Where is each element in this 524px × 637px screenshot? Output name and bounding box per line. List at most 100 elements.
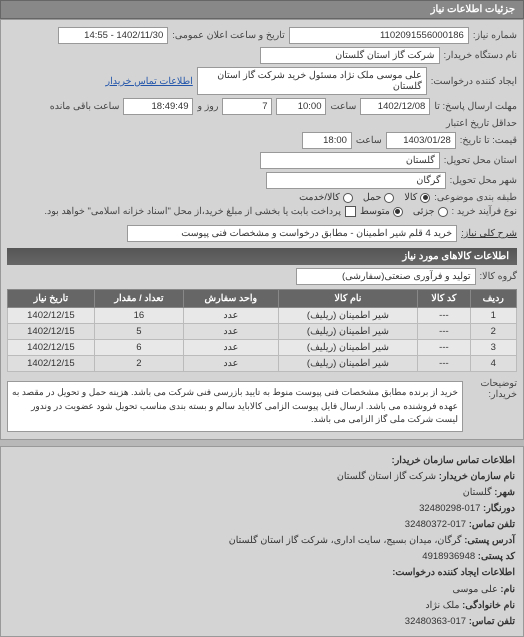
fname-val: علی موسی (453, 584, 498, 595)
org-val: شرکت گاز استان گلستان (337, 471, 436, 482)
pkg-radios: کالا حمل کالا/خدمت (299, 192, 430, 203)
province-label: استان محل تحویل: (444, 155, 517, 166)
buyer-contact-link[interactable]: اطلاعات تماس خریدار (106, 76, 193, 87)
ph2-val: 017-32480363 (405, 616, 466, 627)
cell-date: 1402/12/15 (8, 356, 95, 372)
city-label: شهر محل تحویل: (450, 175, 517, 186)
deadline-label: مهلت ارسال پاسخ: تا (434, 101, 517, 112)
ph2-label: تلفن تماس: (469, 616, 515, 627)
pkg-label: طبقه بندی موضوعی: (434, 192, 517, 203)
desc-label: شرح کلی نیاز: (461, 228, 517, 239)
process-opt-1[interactable]: متوسط (360, 206, 403, 217)
cell-qty: 5 (94, 324, 183, 340)
table-row: 2---شیر اطمینان (ریلیف)عدد51402/12/15 (8, 324, 517, 340)
cell-code: --- (418, 340, 470, 356)
col-date: تاریخ نیاز (8, 290, 95, 308)
req-no-label: شماره نیاز: (473, 30, 517, 41)
treasury-checkbox[interactable] (345, 206, 356, 217)
pkg-opt-1[interactable]: حمل (363, 192, 395, 203)
city-field: گرگان (266, 172, 446, 189)
cell-name: شیر اطمینان (ریلیف) (278, 356, 418, 372)
radio-icon (420, 193, 430, 203)
history-label: حداقل تاریخ اعتبار (446, 118, 517, 129)
process-radios: جزئی متوسط (360, 206, 448, 217)
panel-title: جزئیات اطلاعات نیاز (0, 0, 524, 19)
province-field: گلستان (260, 152, 440, 169)
radio-icon (384, 193, 394, 203)
cell-n: 2 (470, 324, 517, 340)
process-note: پرداخت بابت یا بخشی از مبلغ خرید،از محل … (44, 206, 341, 217)
lname-label: نام خانوادگی: (462, 600, 515, 611)
col-unit: واحد سفارش (184, 290, 279, 308)
pub-dt-label: تاریخ و ساعت اعلان عمومی: (172, 30, 285, 41)
fax-val: 017-32480298 (419, 503, 480, 514)
zip-label: کد پستی: (478, 551, 515, 562)
addr-val: گرگان، میدان بسیج، سایت اداری، شرکت گاز … (229, 535, 462, 546)
radio-icon (343, 193, 353, 203)
cell-date: 1402/12/15 (8, 308, 95, 324)
pub-dt-field: 1402/11/30 - 14:55 (58, 27, 168, 44)
fcity-label: شهر: (494, 487, 515, 498)
cell-qty: 6 (94, 340, 183, 356)
creator-label: ایجاد کننده درخواست: (431, 76, 517, 87)
fax-label: دورنگار: (483, 503, 515, 514)
addr-label: آدرس پستی: (464, 535, 515, 546)
remain-days: 7 (222, 98, 272, 115)
deadline-date: 1402/12/08 (360, 98, 430, 115)
process-label: نوع فرآیند خرید : (452, 206, 517, 217)
col-qty: تعداد / مقدار (94, 290, 183, 308)
group-field: تولید و فرآوری صنعتی(سفارشی) (296, 268, 476, 285)
notes-box: خرید از برنده مطابق مشخصات فنی پیوست منو… (7, 381, 463, 432)
notes-label: توضیحات خریدار: (467, 378, 517, 400)
cell-unit: عدد (184, 340, 279, 356)
price-time: 18:00 (302, 132, 352, 149)
group-label: گروه کالا: (480, 271, 517, 282)
cell-code: --- (418, 356, 470, 372)
remain-days-label: روز و (197, 101, 218, 112)
main-panel: شماره نیاز: 1102091556000186 تاریخ و ساع… (0, 19, 524, 440)
process-opt-0[interactable]: جزئی (413, 206, 448, 217)
footer-title: اطلاعات تماس سازمان خریدار: (392, 455, 515, 466)
pkg-opt-2[interactable]: کالا/خدمت (299, 192, 353, 203)
zip-val: 4918936948 (422, 551, 475, 562)
cell-unit: عدد (184, 356, 279, 372)
cell-code: --- (418, 308, 470, 324)
footer-panel: اطلاعات تماس سازمان خریدار: نام سازمان خ… (0, 446, 524, 637)
price-date: 1403/01/28 (386, 132, 456, 149)
cell-date: 1402/12/15 (8, 324, 95, 340)
goods-section-title: اطلاعات کالاهای مورد نیاز (7, 248, 517, 265)
cell-name: شیر اطمینان (ریلیف) (278, 324, 418, 340)
cell-n: 1 (470, 308, 517, 324)
cell-n: 3 (470, 340, 517, 356)
cell-date: 1402/12/15 (8, 340, 95, 356)
table-row: 1---شیر اطمینان (ریلیف)عدد161402/12/15 (8, 308, 517, 324)
price-label: قیمت: تا تاریخ: (460, 135, 517, 146)
fname-label: نام: (500, 584, 515, 595)
phone-label: تلفن تماس: (469, 519, 515, 530)
buyer-label: نام دستگاه خریدار: (444, 50, 518, 61)
radio-icon (438, 207, 448, 217)
cell-qty: 16 (94, 308, 183, 324)
creator-field: علی موسی ملک نژاد مسئول خرید شرکت گاز اس… (197, 67, 427, 95)
phone-val: 017-32480372 (405, 519, 466, 530)
creator-title: اطلاعات ایجاد کننده درخواست: (392, 567, 515, 578)
col-n: ردیف (470, 290, 517, 308)
cell-n: 4 (470, 356, 517, 372)
org-label: نام سازمان خریدار: (439, 471, 515, 482)
lname-val: ملک نژاد (425, 600, 459, 611)
pkg-opt-0[interactable]: کالا (404, 192, 430, 203)
cell-qty: 2 (94, 356, 183, 372)
time-label-2: ساعت (356, 135, 382, 146)
fcity-val: گلستان (463, 487, 492, 498)
desc-field: خرید 4 قلم شیر اطمینان - مطابق درخواست و… (127, 225, 457, 242)
table-row: 3---شیر اطمینان (ریلیف)عدد61402/12/15 (8, 340, 517, 356)
cell-name: شیر اطمینان (ریلیف) (278, 308, 418, 324)
radio-icon (393, 207, 403, 217)
table-row: 4---شیر اطمینان (ریلیف)عدد21402/12/15 (8, 356, 517, 372)
cell-name: شیر اطمینان (ریلیف) (278, 340, 418, 356)
req-no-field: 1102091556000186 (289, 27, 469, 44)
cell-unit: عدد (184, 324, 279, 340)
col-code: کد کالا (418, 290, 470, 308)
remain-time: 18:49:49 (123, 98, 193, 115)
time-label-1: ساعت (330, 101, 356, 112)
